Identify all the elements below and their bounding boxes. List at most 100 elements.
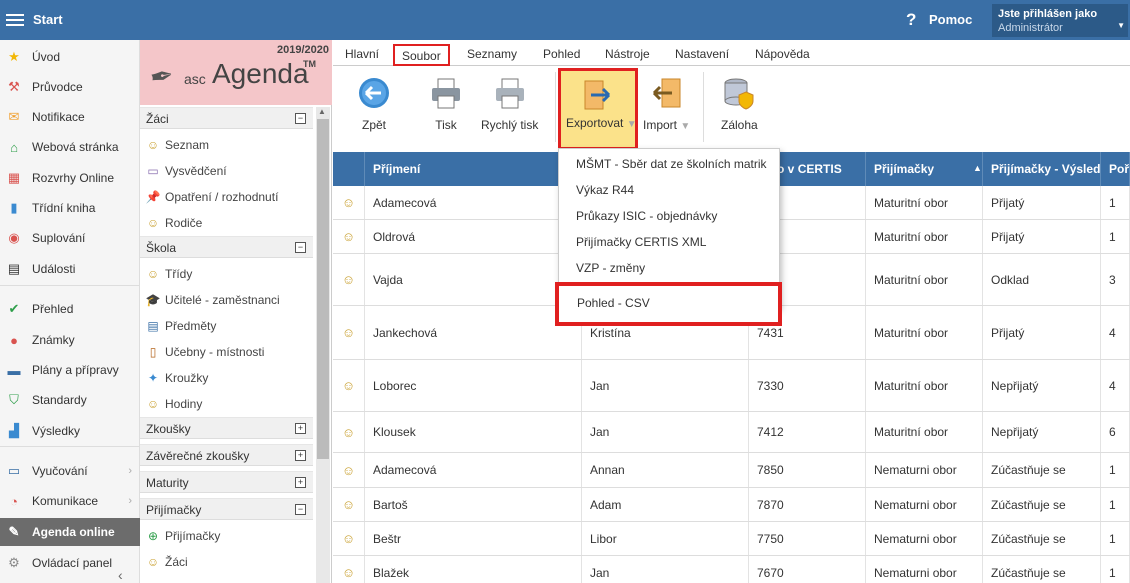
- export-menu-item-0[interactable]: MŠMT - Sběr dat ze školních matrik: [576, 157, 767, 171]
- expand-icon[interactable]: +: [295, 477, 306, 488]
- section-header[interactable]: Škola −: [140, 236, 313, 258]
- panel-item[interactable]: ▯ Učebny - místnosti: [140, 339, 313, 365]
- sort-ascending-icon[interactable]: ▲: [973, 163, 982, 173]
- table-cell: Jan: [582, 412, 749, 452]
- export-menu-item-4[interactable]: VZP - změny: [576, 261, 645, 275]
- nav-item-8[interactable]: ✔ Přehled: [0, 295, 140, 323]
- nav-item-9[interactable]: ● Známky: [0, 326, 140, 354]
- nav-item-5[interactable]: ▮ Třídní kniha: [0, 194, 140, 222]
- column-header[interactable]: Poř: [1101, 152, 1130, 186]
- nav-item-13[interactable]: ▭ Vyučování ›: [0, 457, 140, 485]
- panel-item[interactable]: ☺ Žáci: [140, 549, 313, 575]
- table-cell: Nematurni obor: [866, 556, 983, 583]
- menu-tab-3[interactable]: Pohled: [539, 47, 584, 61]
- export-menu-item-2[interactable]: Průkazy ISIC - objednávky: [576, 209, 717, 223]
- table-row[interactable]: ☺ Bartoš Adam 7870 Nematurni obor Zúčastňuje …: [333, 488, 1130, 522]
- grades-icon: ●: [10, 332, 18, 348]
- section-header[interactable]: Žáci −: [140, 107, 313, 129]
- nav-item-0[interactable]: ★ Úvod: [0, 43, 140, 71]
- print-button[interactable]: Tisk: [429, 76, 463, 146]
- panel-item[interactable]: 📌 Opatření / rozhodnutí: [140, 184, 313, 210]
- nav-item-4[interactable]: ▦ Rozvrhy Online: [0, 164, 140, 192]
- nav-item-11[interactable]: ⛉ Standardy: [0, 386, 140, 414]
- menu-tab-5[interactable]: Nastavení: [671, 47, 733, 61]
- collapse-icon[interactable]: −: [295, 242, 306, 253]
- timetable-icon: ▦: [7, 170, 21, 185]
- table-row[interactable]: ☺ Klousek Jan 7412 Maturitní obor Nepřijatý 6: [333, 412, 1130, 453]
- menu-tab-6[interactable]: Nápověda: [751, 47, 814, 61]
- help-link[interactable]: Pomoc: [929, 12, 972, 27]
- import-button[interactable]: Import ▼: [643, 76, 690, 146]
- table-row[interactable]: ☺ Adamecová Annan 7850 Nematurni obor Zúčastň…: [333, 453, 1130, 488]
- panel-item[interactable]: ▤ Předměty: [140, 313, 313, 339]
- collapse-icon[interactable]: −: [295, 504, 306, 515]
- panel-item[interactable]: 🎓 Učitelé - zaměstnanci: [140, 287, 313, 313]
- nav-item-3[interactable]: ⌂ Webová stránka: [0, 133, 140, 161]
- nav-item-12[interactable]: ▟ Výsledky: [0, 417, 140, 445]
- nav-item-label: Plány a přípravy: [32, 363, 119, 377]
- nav-divider: [0, 446, 140, 447]
- table-row[interactable]: ☺ Beštr Libor 7750 Nematurni obor Zúčastňuje …: [333, 522, 1130, 556]
- help-icon[interactable]: ?: [906, 10, 916, 30]
- export-button[interactable]: Exportovat ▼: [558, 68, 638, 150]
- logo-prefix: asc: [184, 71, 206, 87]
- quick-print-button[interactable]: Rychlý tisk: [481, 76, 538, 146]
- expand-icon[interactable]: +: [295, 423, 306, 434]
- table-row[interactable]: ☺ Loborec Jan 7330 Maturitní obor Nepřijatý 4: [333, 360, 1130, 412]
- student-icon: ☺: [333, 556, 365, 583]
- section-header[interactable]: Přijímačky −: [140, 498, 313, 520]
- collapse-nav-icon[interactable]: ‹: [118, 567, 123, 583]
- table-cell: 7850: [749, 453, 866, 487]
- table-cell: Beštr: [365, 522, 582, 555]
- user-menu[interactable]: Jste přihlášen jako Administrátor ▼: [992, 4, 1128, 37]
- menu-tab-1[interactable]: Soubor: [393, 44, 450, 66]
- hamburger-menu-icon[interactable]: [6, 11, 24, 29]
- section-header[interactable]: Závěrečné zkoušky +: [140, 444, 313, 466]
- section-header[interactable]: Zkoušky +: [140, 417, 313, 439]
- start-link[interactable]: Start: [33, 12, 63, 27]
- panel-item-icon: ▭: [147, 164, 159, 178]
- expand-icon[interactable]: +: [295, 450, 306, 461]
- panel-item[interactable]: ☺ Rodiče: [140, 210, 313, 236]
- nav-item-15[interactable]: ✎ Agenda online: [0, 518, 140, 546]
- chevron-right-icon: ›: [128, 465, 132, 477]
- panel-scrollbar[interactable]: ▲: [316, 107, 330, 583]
- panel-item[interactable]: ✦ Kroužky: [140, 365, 313, 391]
- menu-tab-4[interactable]: Nástroje: [601, 47, 654, 61]
- export-menu-item-csv[interactable]: Pohled - CSV: [555, 282, 782, 326]
- panel-item[interactable]: ☺ Seznam: [140, 132, 313, 158]
- column-header[interactable]: Přijímačky - Výsled: [983, 152, 1101, 186]
- export-menu-item-1[interactable]: Výkaz R44: [576, 183, 634, 197]
- nav-item-2[interactable]: ✉ Notifikace: [0, 103, 140, 131]
- export-menu-item-3[interactable]: Přijímačky CERTIS XML: [576, 235, 706, 249]
- backup-button[interactable]: Záloha: [721, 76, 758, 146]
- section-header[interactable]: Maturity +: [140, 471, 313, 493]
- user-menu-caption: Jste přihlášen jako: [998, 8, 1098, 20]
- table-cell: Jankechová: [365, 306, 582, 359]
- table-cell: 1: [1101, 556, 1130, 583]
- back-button[interactable]: Zpět: [357, 76, 391, 146]
- menu-tab-0[interactable]: Hlavní: [341, 47, 383, 61]
- panel-item[interactable]: ☺ Třídy: [140, 261, 313, 287]
- table-cell: 1: [1101, 453, 1130, 487]
- nav-item-14[interactable]: ◔ Komunikace ›: [0, 487, 140, 515]
- menu-tab-2[interactable]: Seznamy: [463, 47, 521, 61]
- panel-item[interactable]: ▭ Vysvědčení: [140, 158, 313, 184]
- column-header[interactable]: Příjmení: [365, 152, 582, 186]
- nav-item-6[interactable]: ◉ Suplování: [0, 224, 140, 252]
- nav-item-10[interactable]: ▬ Plány a přípravy: [0, 356, 140, 384]
- table-cell: 4: [1101, 360, 1130, 411]
- table-cell: Maturitní obor: [866, 306, 983, 359]
- collapse-icon[interactable]: −: [295, 113, 306, 124]
- table-row[interactable]: ☺ Blažek Jan 7670 Nematurni obor Zúčastňuje s…: [333, 556, 1130, 583]
- scroll-up-icon[interactable]: ▲: [318, 107, 326, 116]
- nav-item-7[interactable]: ▤ Události: [0, 255, 140, 283]
- nav-item-1[interactable]: ⚒ Průvodce: [0, 73, 140, 101]
- column-header[interactable]: Přijímačky: [866, 152, 983, 186]
- scrollbar-thumb[interactable]: [317, 119, 329, 459]
- panel-item[interactable]: ⊕ Přijímačky: [140, 523, 313, 549]
- student-icon: ☺: [333, 186, 365, 219]
- panel-item[interactable]: ☺ Hodiny: [140, 391, 313, 417]
- table-cell: 4: [1101, 306, 1130, 359]
- user-name: Administrátor: [998, 22, 1063, 34]
